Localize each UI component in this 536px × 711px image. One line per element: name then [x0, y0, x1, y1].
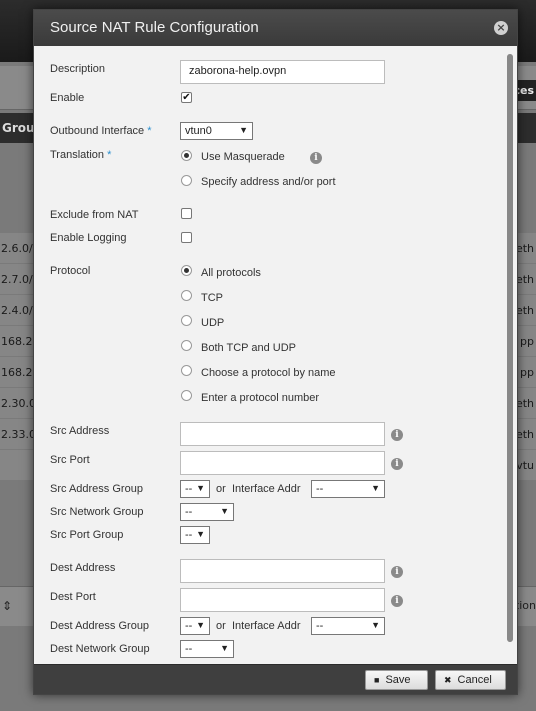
- info-icon[interactable]: i: [391, 595, 403, 607]
- protocol-option-label: TCP: [201, 292, 223, 304]
- enable-label: Enable: [50, 92, 85, 104]
- protocol-radio-all[interactable]: [181, 265, 192, 276]
- protocol-radio-both[interactable]: [181, 340, 192, 351]
- masquerade-label: Use Masquerade: [201, 151, 285, 163]
- src-address-input[interactable]: [180, 422, 385, 446]
- outbound-interface-select[interactable]: vtun0 ▼: [180, 122, 253, 140]
- dialog-title: Source NAT Rule Configuration: [50, 19, 259, 36]
- dest-port-label: Dest Port: [50, 591, 96, 603]
- src-port-group-select[interactable]: -- ▼: [180, 526, 210, 544]
- floppy-icon: ■: [374, 675, 380, 685]
- info-icon[interactable]: i: [391, 458, 403, 470]
- src-address-group-label: Src Address Group: [50, 483, 143, 495]
- source-nat-rule-dialog: Source NAT Rule Configuration × Descript…: [33, 9, 518, 695]
- dest-network-group-select[interactable]: -- ▼: [180, 640, 234, 658]
- src-port-input[interactable]: [180, 451, 385, 475]
- save-button[interactable]: ■ Save: [365, 670, 428, 690]
- outbound-interface-label: Outbound Interface *: [50, 125, 152, 137]
- specify-address-radio[interactable]: [181, 175, 192, 186]
- info-icon[interactable]: i: [391, 429, 403, 441]
- masquerade-radio[interactable]: [181, 150, 192, 161]
- interface-addr-label: Interface Addr: [232, 620, 301, 632]
- protocol-option-label: All protocols: [201, 267, 261, 279]
- protocol-label: Protocol: [50, 265, 91, 277]
- translation-label: Translation *: [50, 149, 112, 161]
- protocol-option-label: Both TCP and UDP: [201, 342, 296, 354]
- close-icon: ✖: [444, 675, 452, 685]
- description-input[interactable]: zaborona-help.ovpn: [180, 60, 385, 84]
- src-interface-addr-select[interactable]: -- ▼: [311, 480, 385, 498]
- protocol-option-label: Choose a protocol by name: [201, 367, 336, 379]
- dialog-header: Source NAT Rule Configuration ×: [34, 10, 517, 46]
- or-text: or: [216, 483, 226, 495]
- src-address-label: Src Address: [50, 425, 110, 437]
- protocol-option-label: Enter a protocol number: [201, 392, 320, 404]
- dialog-body: Description zaborona-help.ovpn Enable ✔ …: [34, 46, 517, 664]
- dialog-footer: ■ Save ✖ Cancel: [34, 664, 517, 694]
- sort-icon[interactable]: ⇕: [2, 599, 12, 613]
- close-icon[interactable]: ×: [494, 21, 508, 35]
- src-address-group-select[interactable]: -- ▼: [180, 480, 210, 498]
- interface-addr-label: Interface Addr: [232, 483, 301, 495]
- info-icon[interactable]: i: [391, 566, 403, 578]
- src-port-group-label: Src Port Group: [50, 529, 124, 541]
- dest-port-input[interactable]: [180, 588, 385, 612]
- cancel-button[interactable]: ✖ Cancel: [435, 670, 506, 690]
- protocol-radio-number[interactable]: [181, 390, 192, 401]
- src-port-label: Src Port: [50, 454, 90, 466]
- exclude-from-nat-checkbox[interactable]: [181, 208, 192, 219]
- info-icon[interactable]: i: [310, 152, 322, 164]
- dest-address-group-label: Dest Address Group: [50, 620, 150, 632]
- dest-address-group-select[interactable]: -- ▼: [180, 617, 210, 635]
- enable-logging-checkbox[interactable]: [181, 232, 192, 243]
- enable-checkbox[interactable]: ✔: [181, 92, 192, 103]
- scrollbar-thumb[interactable]: [507, 54, 513, 642]
- src-network-group-select[interactable]: -- ▼: [180, 503, 234, 521]
- specify-address-label: Specify address and/or port: [201, 176, 336, 188]
- enable-logging-label: Enable Logging: [50, 232, 127, 244]
- or-text: or: [216, 620, 226, 632]
- dest-address-input[interactable]: [180, 559, 385, 583]
- dest-interface-addr-select[interactable]: -- ▼: [311, 617, 385, 635]
- protocol-radio-udp[interactable]: [181, 315, 192, 326]
- src-network-group-label: Src Network Group: [50, 506, 144, 518]
- protocol-radio-by-name[interactable]: [181, 365, 192, 376]
- dest-network-group-label: Dest Network Group: [50, 643, 150, 655]
- dialog-scrollbar[interactable]: [507, 54, 513, 642]
- exclude-from-nat-label: Exclude from NAT: [50, 209, 139, 221]
- description-label: Description: [50, 63, 106, 75]
- dest-address-label: Dest Address: [50, 562, 116, 574]
- protocol-option-label: UDP: [201, 317, 225, 329]
- protocol-radio-tcp[interactable]: [181, 290, 192, 301]
